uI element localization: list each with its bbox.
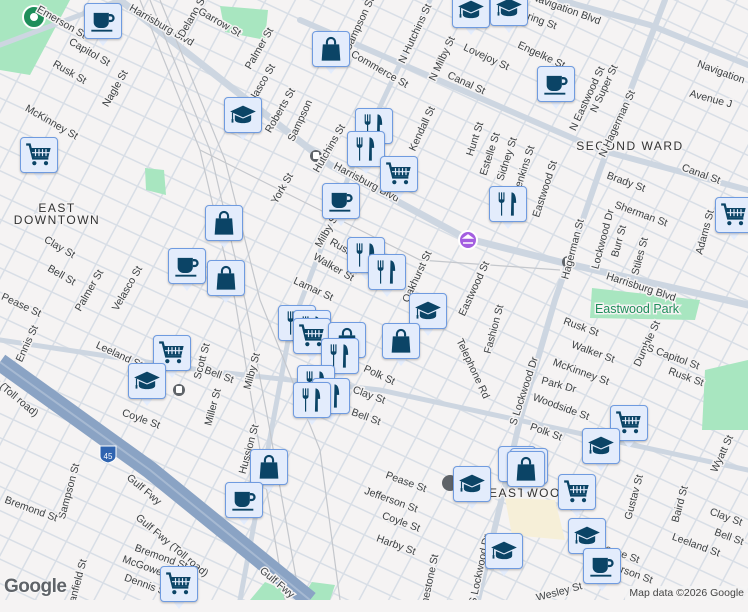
education-icon — [587, 432, 615, 460]
coffee-icon — [327, 187, 355, 215]
park-area — [702, 360, 748, 430]
education-marker[interactable] — [490, 0, 528, 36]
restaurant-icon — [298, 386, 326, 414]
shopping-icon — [512, 455, 540, 483]
education-icon — [414, 297, 442, 325]
education-marker[interactable] — [453, 466, 491, 512]
transit-station-icon[interactable] — [173, 384, 185, 396]
marker-body — [128, 363, 166, 399]
shopping-marker[interactable] — [207, 260, 245, 306]
grocery-marker[interactable] — [715, 197, 748, 243]
marker-body — [205, 205, 243, 241]
grocery-marker[interactable] — [20, 137, 58, 183]
marker-body — [368, 254, 406, 290]
marker-body — [382, 323, 420, 359]
education-marker[interactable] — [224, 97, 262, 143]
i45-shield-icon: 45 — [99, 445, 117, 464]
shopping-marker[interactable] — [382, 323, 420, 369]
marker-body — [558, 474, 596, 510]
coffee-marker[interactable] — [322, 183, 360, 229]
marker-body — [250, 449, 288, 485]
marker-body — [453, 466, 491, 502]
marker-body — [168, 248, 206, 284]
restaurant-icon — [352, 135, 380, 163]
marker-body — [582, 428, 620, 464]
shopping-icon — [387, 327, 415, 355]
marker-body — [507, 451, 545, 487]
grocery-marker[interactable] — [558, 474, 596, 520]
marker-body — [380, 156, 418, 192]
education-icon — [458, 470, 486, 498]
education-marker[interactable] — [128, 363, 166, 409]
highway-shield-number: 45 — [104, 452, 113, 461]
marker-body — [293, 382, 331, 418]
restaurant-icon — [494, 190, 522, 218]
education-icon — [495, 0, 523, 22]
marker-body — [20, 137, 58, 173]
marker-body — [715, 197, 748, 233]
coffee-marker[interactable] — [225, 482, 263, 528]
restaurant-marker[interactable] — [293, 382, 331, 428]
education-icon — [457, 0, 485, 24]
shopping-icon — [212, 264, 240, 292]
map-attribution[interactable]: Map data ©2026 Google — [625, 586, 748, 600]
shopping-icon — [255, 453, 283, 481]
education-icon — [133, 367, 161, 395]
marker-body — [322, 183, 360, 219]
coffee-icon — [173, 252, 201, 280]
marker-body — [224, 97, 262, 133]
park-label-eastwood: Eastwood Park — [595, 302, 680, 316]
coffee-marker[interactable] — [84, 3, 122, 49]
coffee-icon — [588, 552, 616, 580]
grocery-icon — [563, 478, 591, 506]
marker-body — [485, 533, 523, 569]
coffee-marker[interactable] — [168, 248, 206, 294]
marker-body — [207, 260, 245, 296]
education-marker[interactable] — [582, 428, 620, 474]
marker-body — [583, 548, 621, 584]
grocery-icon — [165, 570, 193, 598]
marker-body — [225, 482, 263, 518]
shopping-marker[interactable] — [205, 205, 243, 251]
education-icon — [490, 537, 518, 565]
coffee-icon — [230, 486, 258, 514]
marker-body — [160, 566, 198, 602]
grocery-icon — [25, 141, 53, 169]
restaurant-marker[interactable] — [368, 254, 406, 300]
grocery-icon — [720, 201, 748, 229]
marker-body — [490, 0, 528, 26]
education-marker[interactable] — [452, 0, 490, 38]
marker-body — [452, 0, 490, 28]
grocery-icon — [385, 160, 413, 188]
shopping-marker[interactable] — [312, 31, 350, 77]
area-label-second-ward: SECOND WARD — [576, 139, 683, 153]
marker-body — [537, 66, 575, 102]
area-label-downtown: DOWNTOWN — [14, 213, 100, 227]
coffee-icon — [89, 7, 117, 35]
map-canvas[interactable]: 45 EAST DOWNTOWN SECOND WARD EASTWOOD Ea… — [0, 0, 748, 600]
coffee-icon — [542, 70, 570, 98]
google-logo: Google — [4, 576, 67, 597]
education-icon — [229, 101, 257, 129]
shopping-icon — [317, 35, 345, 63]
shopping-icon — [210, 209, 238, 237]
restaurant-icon — [373, 258, 401, 286]
marker-body — [84, 3, 122, 39]
grocery-marker[interactable] — [160, 566, 198, 612]
coffee-marker[interactable] — [537, 66, 575, 112]
coffee-marker[interactable] — [583, 548, 621, 594]
marker-body — [312, 31, 350, 67]
education-icon — [573, 522, 601, 550]
education-marker[interactable] — [485, 533, 523, 579]
museum-icon[interactable] — [458, 230, 478, 250]
shopping-marker[interactable] — [507, 451, 545, 497]
grocery-marker[interactable] — [380, 156, 418, 202]
restaurant-marker[interactable] — [489, 186, 527, 232]
marker-body — [489, 186, 527, 222]
